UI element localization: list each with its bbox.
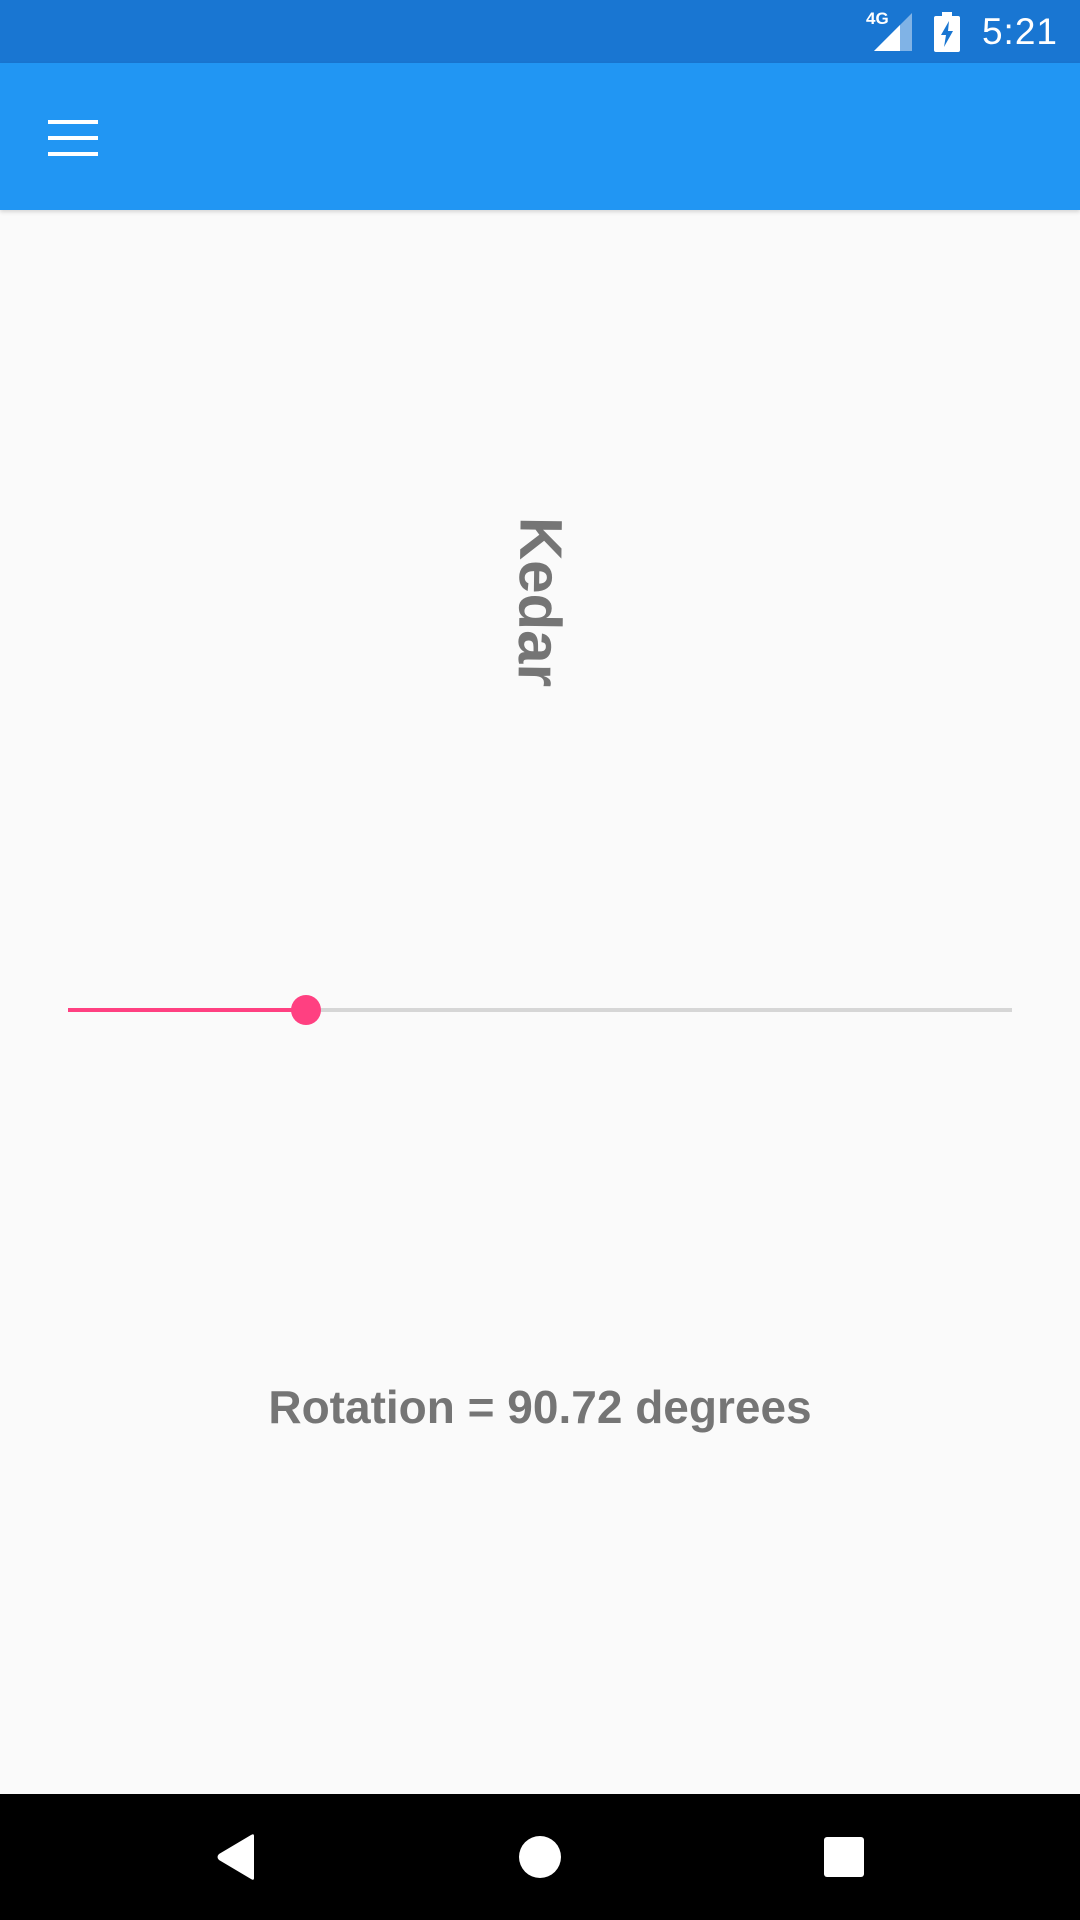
signal-indicator: 4G — [866, 9, 912, 51]
app-bar — [0, 63, 1080, 210]
rotation-readout: Rotation = 90.72 degrees — [268, 1381, 812, 1433]
home-button[interactable] — [508, 1825, 572, 1889]
screen: 4G 5:21 Kedar Rotation = 90.72 degrees — [0, 0, 1080, 1920]
status-icons: 4G 5:21 — [866, 0, 1058, 63]
status-bar: 4G 5:21 — [0, 0, 1080, 63]
status-time: 5:21 — [981, 10, 1058, 52]
recents-icon — [824, 1837, 864, 1877]
signal-icon — [873, 12, 912, 51]
navigation-bar — [0, 1794, 1080, 1920]
home-icon — [519, 1836, 561, 1878]
menu-button[interactable] — [34, 103, 112, 173]
slider-fill — [68, 1008, 306, 1012]
back-button[interactable] — [204, 1825, 268, 1889]
back-icon — [217, 1834, 254, 1880]
rotated-label: Kedar — [505, 516, 575, 688]
hamburger-menu-icon — [48, 120, 98, 156]
battery-charging-icon — [933, 11, 960, 52]
slider-thumb[interactable] — [290, 995, 321, 1025]
rotation-slider[interactable] — [68, 990, 1012, 1030]
recents-button[interactable] — [812, 1825, 876, 1889]
